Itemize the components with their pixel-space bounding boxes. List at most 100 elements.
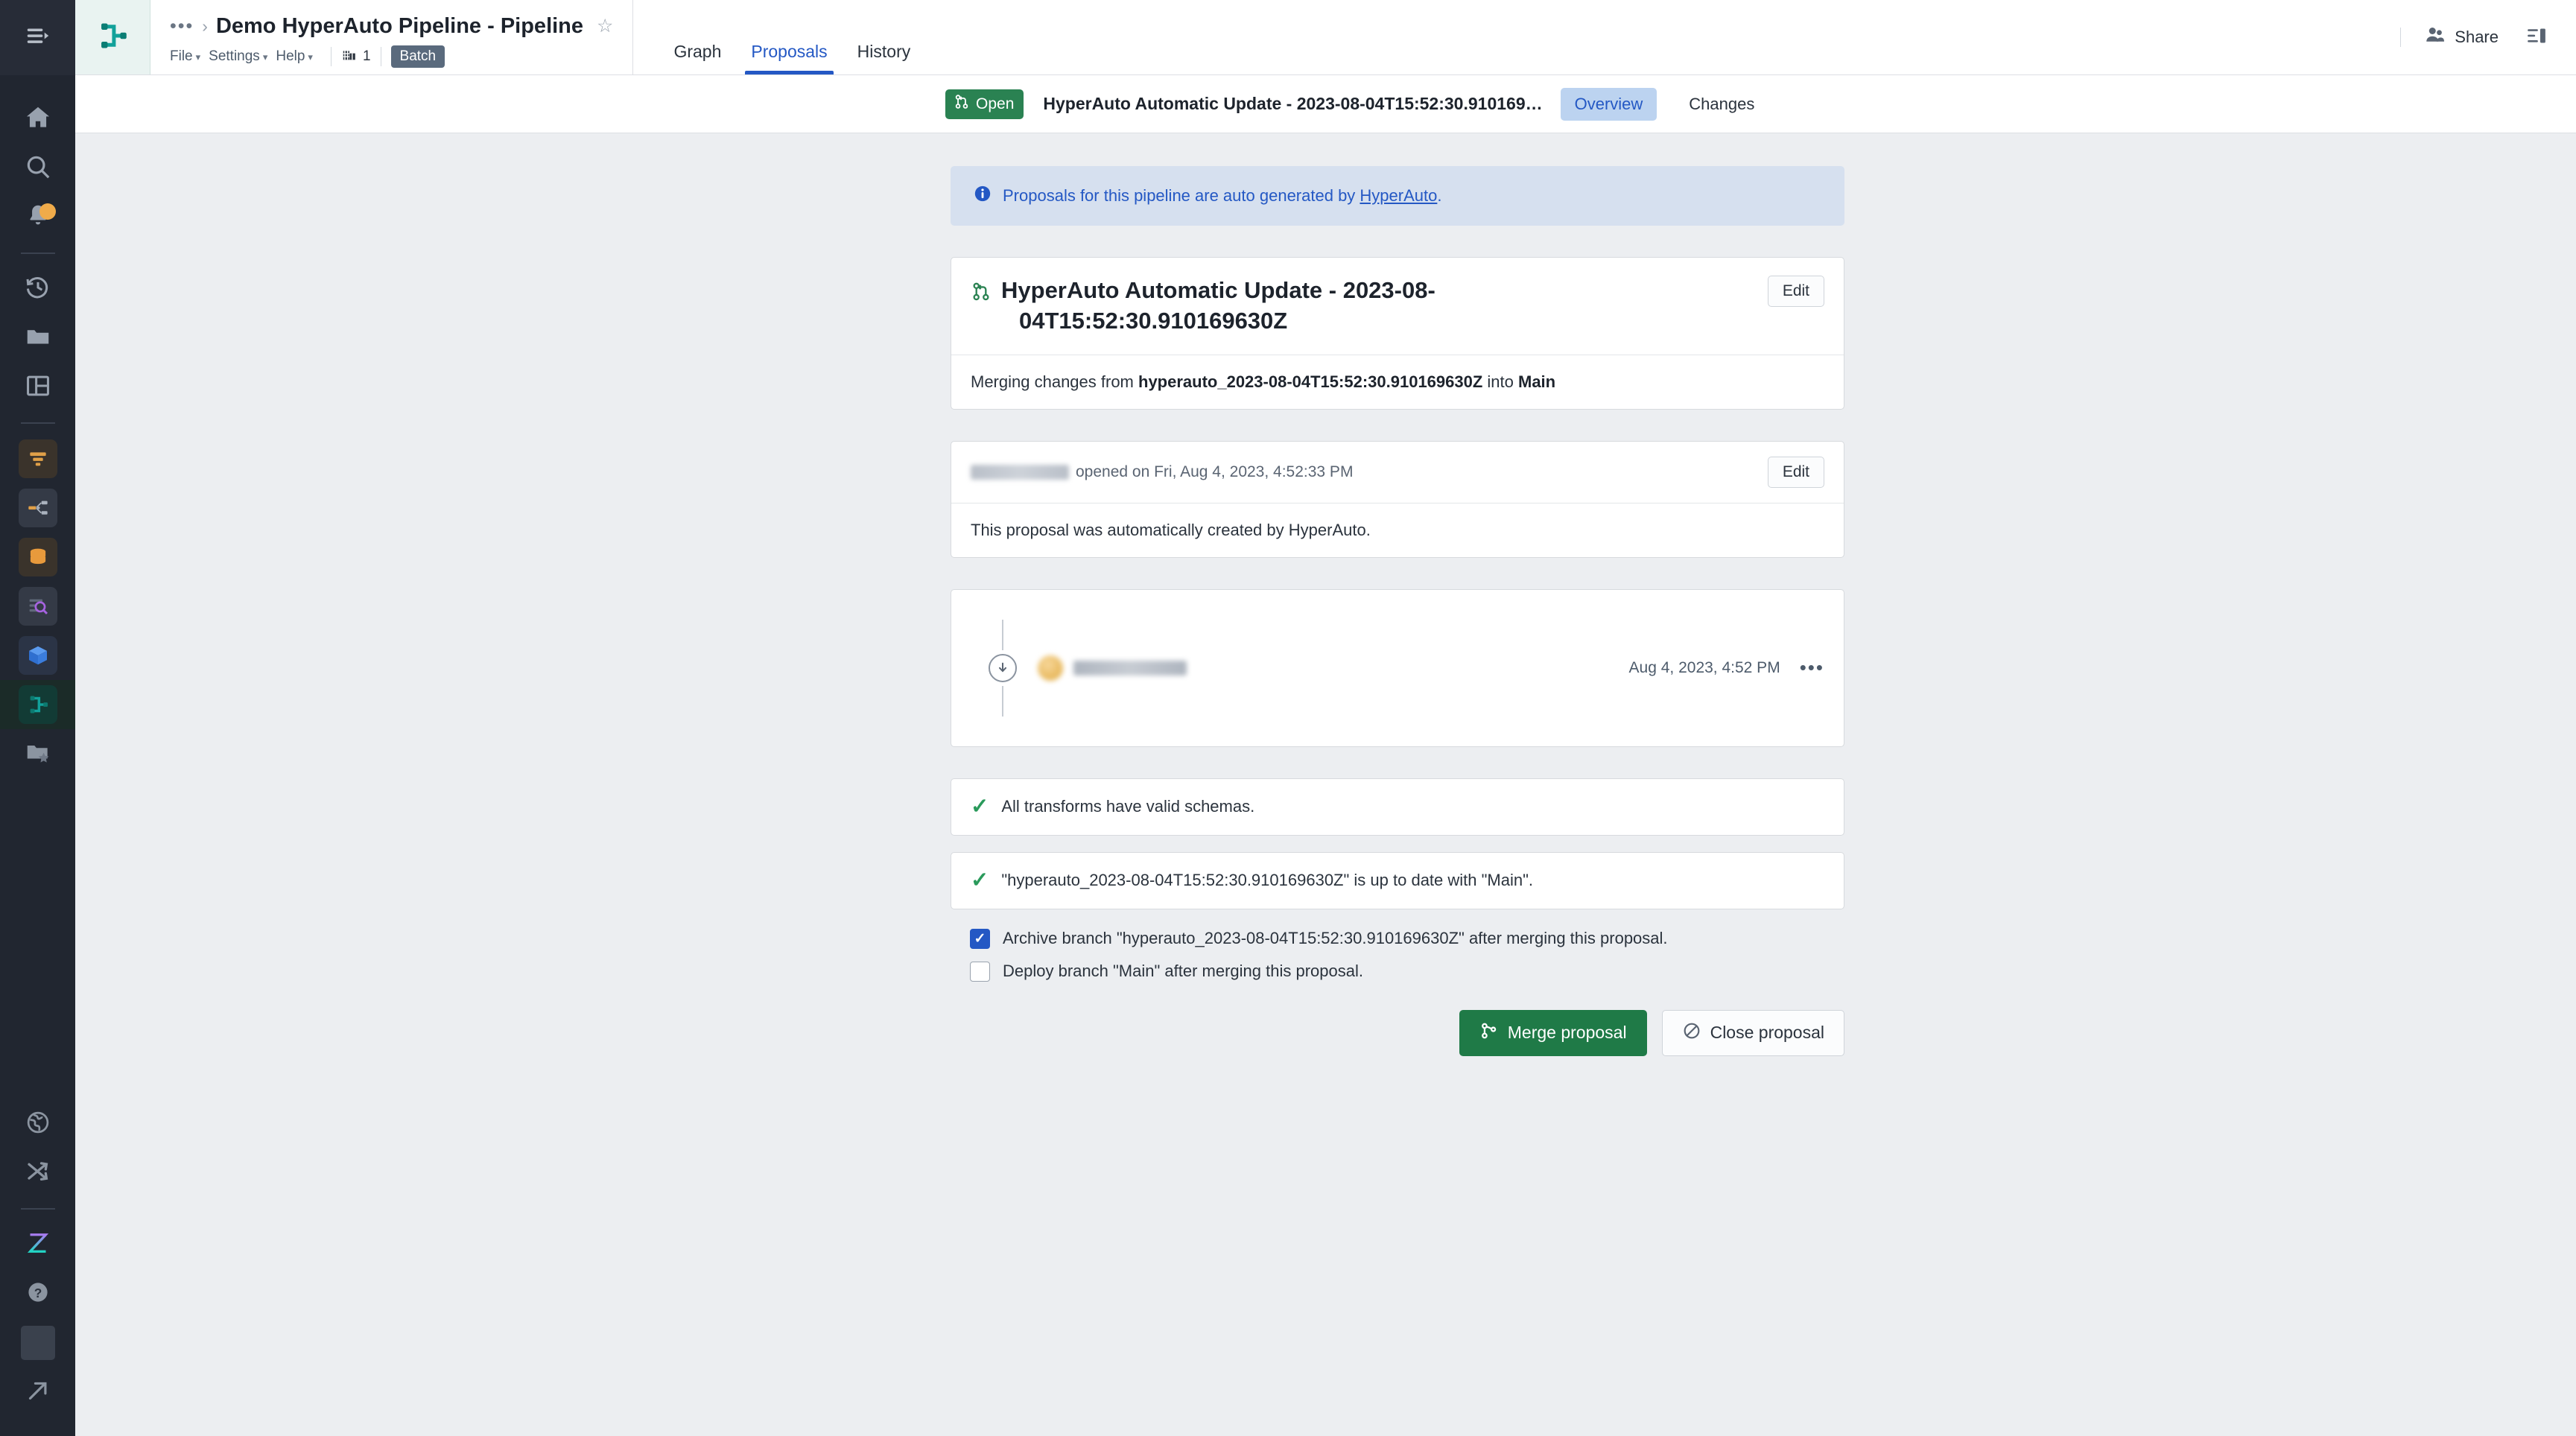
proposal-title-text: HyperAuto Automatic Update - 2023-08- 04T… xyxy=(1001,276,1435,337)
checkbox-control[interactable] xyxy=(970,928,990,949)
cube-icon xyxy=(18,636,57,675)
user-avatar-icon xyxy=(20,1326,55,1360)
tab-proposals[interactable]: Proposals xyxy=(736,43,842,74)
description-meta: opened on Fri, Aug 4, 2023, 4:52:33 PM xyxy=(971,463,1353,481)
segment-overview[interactable]: Overview xyxy=(1560,87,1657,121)
app-logo[interactable] xyxy=(75,0,150,74)
close-proposal-button[interactable]: Close proposal xyxy=(1661,1009,1844,1056)
timeline-line-top xyxy=(1002,619,1003,650)
rail-app-pipeline-builder[interactable] xyxy=(0,680,75,729)
hyperauto-link[interactable]: HyperAuto xyxy=(1360,186,1437,205)
deploy-branch-label: Deploy branch "Main" after merging this … xyxy=(1003,962,1363,981)
checkbox-control[interactable] xyxy=(970,961,990,982)
archive-branch-checkbox[interactable]: Archive branch "hyperauto_2023-08-04T15:… xyxy=(970,928,1843,949)
merge-options: Archive branch "hyperauto_2023-08-04T15:… xyxy=(951,909,1844,982)
check-row: ✓ "hyperauto_2023-08-04T15:52:30.9101696… xyxy=(951,853,1844,909)
right-panel-toggle-icon xyxy=(2525,28,2548,50)
shuffle-icon xyxy=(25,1158,51,1189)
main-area: ••• › Demo HyperAuto Pipeline - Pipeline… xyxy=(75,0,2576,1436)
app-root: ? ••• › Demo HyperAuto Pipeline - Pipeli… xyxy=(0,0,2576,1436)
timeline-line-bottom xyxy=(1002,685,1003,717)
globe-icon xyxy=(25,1109,51,1140)
history-clock-icon xyxy=(24,273,52,305)
layout-panel-icon xyxy=(24,372,52,404)
rail-search[interactable] xyxy=(0,144,75,193)
edit-description-button[interactable]: Edit xyxy=(1767,456,1824,488)
search-icon xyxy=(24,153,52,185)
right-panel-toggle[interactable] xyxy=(2512,17,2554,58)
gap-4 xyxy=(951,836,1844,852)
pull-request-icon xyxy=(954,94,970,115)
more-options-icon[interactable]: ••• xyxy=(1800,656,1824,679)
info-circle-icon xyxy=(973,184,992,208)
description-meta-text: opened on Fri, Aug 4, 2023, 4:52:33 PM xyxy=(1076,463,1354,480)
rail-app-contour[interactable] xyxy=(0,434,75,483)
breadcrumb-overflow-button[interactable]: ••• xyxy=(170,16,194,36)
pipeline-icon xyxy=(18,685,57,724)
top-header: ••• › Demo HyperAuto Pipeline - Pipeline… xyxy=(75,0,2576,75)
merge-proposal-button[interactable]: Merge proposal xyxy=(1459,1009,1647,1056)
check-icon: ✓ xyxy=(971,794,989,819)
menu-file[interactable]: File ▾ xyxy=(170,45,209,68)
external-link-arrow-icon xyxy=(25,1377,51,1408)
rail-app-datasets[interactable] xyxy=(0,533,75,582)
rail-account[interactable] xyxy=(0,1318,75,1367)
menu-help[interactable]: Help ▾ xyxy=(276,45,321,68)
rail-aip[interactable] xyxy=(0,1220,75,1269)
proposal-merge-summary: Merging changes from hyperauto_2023-08-0… xyxy=(951,355,1844,409)
rail-globe[interactable] xyxy=(0,1099,75,1149)
deploy-branch-checkbox[interactable]: Deploy branch "Main" after merging this … xyxy=(970,961,1843,982)
rail-projects[interactable] xyxy=(0,314,75,363)
data-search-icon xyxy=(18,587,57,626)
proposal-column: Proposals for this pipeline are auto gen… xyxy=(951,133,1844,1056)
archive-branch-label: Archive branch "hyperauto_2023-08-04T15:… xyxy=(1003,929,1668,948)
expand-sidebar-toggle[interactable] xyxy=(0,0,75,75)
content-scroll-area: Proposals for this pipeline are auto gen… xyxy=(75,133,2576,1436)
rail-workspace[interactable] xyxy=(0,363,75,412)
rail-app-ontology[interactable] xyxy=(0,631,75,680)
segment-changes[interactable]: Changes xyxy=(1675,88,1768,121)
proposal-title: HyperAuto Automatic Update - 2023-08- 04T… xyxy=(971,276,1435,337)
batch-mode-tag[interactable]: Batch xyxy=(390,45,445,68)
tab-history[interactable]: History xyxy=(843,43,926,74)
description-card-header: opened on Fri, Aug 4, 2023, 4:52:33 PM E… xyxy=(951,442,1844,503)
organization-marking[interactable]: 1 xyxy=(341,46,371,67)
rail-open-external[interactable] xyxy=(0,1367,75,1417)
home-icon xyxy=(24,104,52,136)
breadcrumb-separator: › xyxy=(202,16,208,36)
page-title: Demo HyperAuto Pipeline - Pipeline xyxy=(215,13,584,38)
organization-count: 1 xyxy=(362,48,371,64)
database-icon xyxy=(18,538,57,576)
check-text: "hyperauto_2023-08-04T15:52:30.910169630… xyxy=(1001,871,1534,890)
check-card-1: ✓ All transforms have valid schemas. xyxy=(951,778,1844,836)
edit-proposal-button[interactable]: Edit xyxy=(1767,276,1824,307)
proposal-card-header: HyperAuto Automatic Update - 2023-08- 04T… xyxy=(951,258,1844,355)
commit-download-icon[interactable] xyxy=(989,653,1017,682)
rail-recent[interactable] xyxy=(0,264,75,314)
timeline-timestamp: Aug 4, 2023, 4:52 PM xyxy=(1628,658,1780,676)
rail-app-favorites[interactable] xyxy=(0,729,75,778)
proposal-actions: Merge proposal Close proposal xyxy=(951,982,1844,1056)
rail-divider-2 xyxy=(20,422,55,424)
rail-notifications[interactable] xyxy=(0,193,75,242)
info-banner: Proposals for this pipeline are auto gen… xyxy=(951,166,1844,226)
tab-graph[interactable]: Graph xyxy=(659,43,736,74)
rail-app-graph[interactable] xyxy=(0,483,75,533)
merge-proposal-label: Merge proposal xyxy=(1507,1023,1627,1043)
folder-star-icon xyxy=(24,738,52,770)
menu-settings[interactable]: Settings ▾ xyxy=(209,45,276,68)
rail-shuffle[interactable] xyxy=(0,1149,75,1198)
favorite-star-icon[interactable]: ☆ xyxy=(597,15,613,37)
merge-middle: into xyxy=(1482,372,1518,391)
rail-help[interactable]: ? xyxy=(0,1269,75,1318)
rail-divider-1 xyxy=(20,252,55,254)
hamburger-expand-icon xyxy=(24,22,52,54)
notification-badge-dot xyxy=(39,203,56,220)
menu-bar: File ▾ Settings ▾ Help ▾ 1 Batch xyxy=(170,42,613,72)
left-rail: ? xyxy=(0,0,75,1436)
rail-app-quiver[interactable] xyxy=(0,582,75,631)
rail-home[interactable] xyxy=(0,95,75,144)
gap-1 xyxy=(951,410,1844,441)
share-button[interactable]: Share xyxy=(2411,16,2512,58)
rail-divider-3 xyxy=(20,1208,55,1210)
